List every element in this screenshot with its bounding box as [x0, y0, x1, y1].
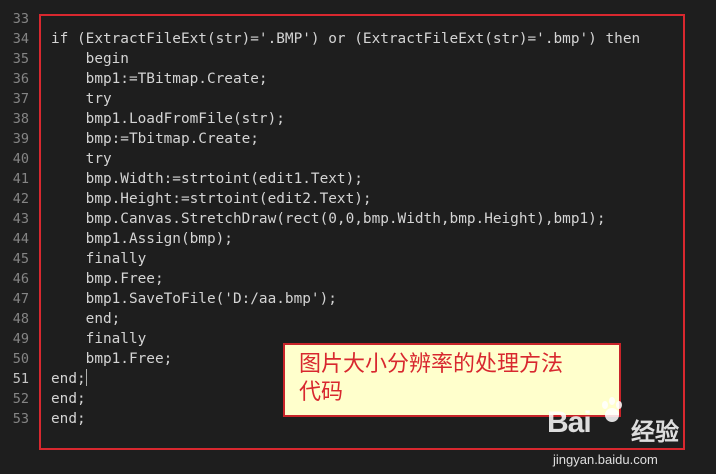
code-text[interactable]: begin [51, 49, 129, 69]
line-number: 46 [12, 271, 29, 287]
watermark-url: jingyan.baidu.com [553, 452, 658, 467]
line-number: 51 [12, 371, 29, 387]
code-line[interactable]: 43 bmp.Canvas.StretchDraw(rect(0,0,bmp.W… [0, 209, 716, 229]
line-number: 37 [12, 91, 29, 107]
code-content: bmp.Height:=strtoint(edit2.Text); [51, 191, 372, 207]
code-line[interactable]: 36 bmp1:=TBitmap.Create; [0, 69, 716, 89]
code-content: bmp.Free; [51, 271, 164, 287]
line-number: 33 [12, 11, 29, 27]
line-number: 43 [12, 211, 29, 227]
baidu-logo-text: Bai [547, 406, 592, 439]
jingyan-logo-text: 经验 [631, 418, 679, 446]
code-content: bmp1:=TBitmap.Create; [51, 71, 268, 87]
code-text[interactable]: bmp.Height:=strtoint(edit2.Text); [51, 189, 372, 209]
code-content: end; [51, 391, 86, 407]
code-text[interactable]: bmp.Canvas.StretchDraw(rect(0,0,bmp.Widt… [51, 209, 606, 229]
code-content: bmp1.Free; [51, 351, 173, 367]
baidu-paw-icon [602, 397, 622, 422]
line-number: 50 [12, 351, 29, 367]
code-text[interactable]: bmp.Free; [51, 269, 164, 289]
code-content: try [51, 151, 112, 167]
line-number: 44 [12, 231, 29, 247]
line-number: 38 [12, 111, 29, 127]
line-number: 35 [12, 51, 29, 67]
line-number: 45 [12, 251, 29, 267]
line-number: 52 [12, 391, 29, 407]
code-text[interactable]: if (ExtractFileExt(str)='.BMP') or (Extr… [51, 29, 640, 49]
code-content: begin [51, 51, 129, 67]
code-content: if (ExtractFileExt(str)='.BMP') or (Extr… [51, 31, 641, 47]
code-line[interactable]: 40 try [0, 149, 716, 169]
code-line[interactable]: 38 bmp1.LoadFromFile(str); [0, 109, 716, 129]
line-number: 39 [12, 131, 29, 147]
code-text[interactable]: bmp1.LoadFromFile(str); [51, 109, 285, 129]
code-line[interactable]: 35 begin [0, 49, 716, 69]
baidu-jingyan-watermark: Bai 经验 jingyan.baidu.com [547, 396, 712, 472]
code-text[interactable]: end; [51, 369, 87, 389]
code-text[interactable]: bmp1.SaveToFile('D:/aa.bmp'); [51, 289, 337, 309]
code-text[interactable]: bmp.Width:=strtoint(edit1.Text); [51, 169, 363, 189]
code-line[interactable]: 34 if (ExtractFileExt(str)='.BMP') or (Ex… [0, 29, 716, 49]
code-content: bmp1.SaveToFile('D:/aa.bmp'); [51, 291, 337, 307]
line-number: 48 [12, 311, 29, 327]
code-text[interactable]: end; [51, 409, 86, 429]
line-number: 49 [12, 331, 29, 347]
line-number: 47 [12, 291, 29, 307]
code-content: bmp:=Tbitmap.Create; [51, 131, 259, 147]
line-number: 36 [12, 71, 29, 87]
code-line[interactable]: 33 [0, 9, 716, 29]
code-content: end; [51, 371, 86, 387]
code-text[interactable]: finally [51, 329, 147, 349]
code-line[interactable]: 48 end; [0, 309, 716, 329]
code-line[interactable]: 41 bmp.Width:=strtoint(edit1.Text); [0, 169, 716, 189]
code-content: end; [51, 411, 86, 427]
code-content: bmp1.Assign(bmp); [51, 231, 233, 247]
code-line[interactable]: 45 finally [0, 249, 716, 269]
code-text[interactable]: try [51, 89, 112, 109]
code-line[interactable]: 39 bmp:=Tbitmap.Create; [0, 129, 716, 149]
code-content: bmp.Width:=strtoint(edit1.Text); [51, 171, 363, 187]
line-number: 42 [12, 191, 29, 207]
code-line[interactable]: 42 bmp.Height:=strtoint(edit2.Text); [0, 189, 716, 209]
code-content: end; [51, 311, 121, 327]
annotation-line-1: 图片大小分辨率的处理方法 [299, 352, 564, 377]
code-text[interactable]: bmp1.Assign(bmp); [51, 229, 233, 249]
line-number: 34 [12, 31, 29, 47]
line-number: 41 [12, 171, 29, 187]
code-content: bmp.Canvas.StretchDraw(rect(0,0,bmp.Widt… [51, 211, 606, 227]
code-content: finally [51, 331, 147, 347]
code-line[interactable]: 37 try [0, 89, 716, 109]
code-text[interactable]: finally [51, 249, 147, 269]
code-text[interactable]: end; [51, 389, 86, 409]
code-line[interactable]: 46 bmp.Free; [0, 269, 716, 289]
code-content: finally [51, 251, 147, 267]
code-text[interactable]: bmp1:=TBitmap.Create; [51, 69, 268, 89]
code-text[interactable]: bmp:=Tbitmap.Create; [51, 129, 259, 149]
code-text[interactable]: try [51, 149, 112, 169]
code-line[interactable]: 47 bmp1.SaveToFile('D:/aa.bmp'); [0, 289, 716, 309]
line-number: 40 [12, 151, 29, 167]
code-content: try [51, 91, 112, 107]
line-number: 53 [12, 411, 29, 427]
code-text[interactable]: end; [51, 309, 121, 329]
text-cursor [85, 369, 87, 386]
code-line[interactable]: 44 bmp1.Assign(bmp); [0, 229, 716, 249]
code-text[interactable]: bmp1.Free; [51, 349, 173, 369]
code-content: bmp1.LoadFromFile(str); [51, 111, 285, 127]
